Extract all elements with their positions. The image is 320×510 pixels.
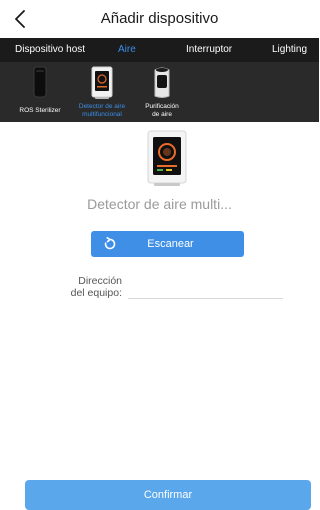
device-type-label: Detector de aire multifuncional <box>78 103 126 118</box>
scan-button[interactable]: Escanear <box>91 231 244 257</box>
confirm-button[interactable]: Confirmar <box>25 480 311 510</box>
confirm-button-label: Confirmar <box>143 489 193 501</box>
tab-aire[interactable]: Aire <box>118 38 136 62</box>
device-type-ros-sterilizer[interactable]: ROS Sterilizer <box>0 62 80 122</box>
back-button[interactable] <box>10 8 30 30</box>
air-detector-icon <box>147 130 187 186</box>
device-type-air-purifier[interactable]: Purificación de aire <box>136 62 188 122</box>
navigation-bar: Añadir dispositivo <box>0 0 319 38</box>
device-type-air-detector[interactable]: Detector de aire multifuncional <box>70 62 134 122</box>
page-title: Añadir dispositivo <box>100 10 219 27</box>
air-detector-icon <box>91 66 113 99</box>
selected-device-name: Detector de aire multi... <box>87 196 232 212</box>
tab-interruptor[interactable]: Interruptor <box>186 38 232 62</box>
chevron-left-icon <box>15 10 25 28</box>
scan-button-label: Escanear <box>147 238 194 250</box>
category-tabs: Dispositivo host Aire Interruptor Lighti… <box>0 38 319 62</box>
air-purifier-icon <box>154 67 170 98</box>
tab-lighting[interactable]: Lighting <box>272 38 307 62</box>
sterilizer-icon <box>33 66 47 98</box>
device-type-label: ROS Sterilizer <box>19 107 61 114</box>
tab-dispositivo-host[interactable]: Dispositivo host <box>15 38 85 62</box>
device-type-label: Purificación de aire <box>145 103 179 118</box>
device-address-label: Dirección del equipo: <box>70 275 122 299</box>
device-address-input[interactable] <box>128 284 283 299</box>
device-type-selector: ROS Sterilizer Detector de aire multifun… <box>0 62 319 122</box>
